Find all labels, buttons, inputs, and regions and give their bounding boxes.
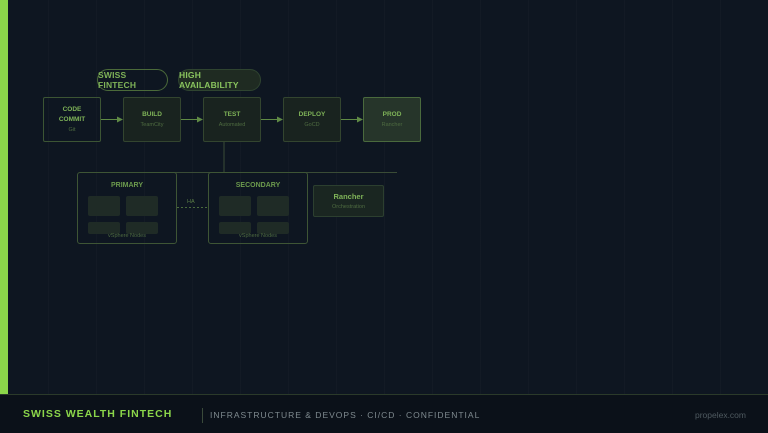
footer-brand: SWISS WEALTH FINTECH [23,408,173,420]
cluster-footer: vSphere Nodes [108,233,146,239]
stage-title-line: BUILD [142,111,162,118]
cluster-title: PRIMARY [110,182,144,189]
footer-meta: INFRASTRUCTURE & DEVOPS · CI/CD · CONFID… [210,410,481,420]
stage-title-line: CODE [62,106,82,113]
stage-title-line: PROD [382,111,402,118]
footer-url: propelex.com [694,410,746,420]
stage-subtitle: Rancher [381,122,403,128]
node-block [88,196,120,216]
rancher-subtitle: Orchestration [331,204,365,210]
stage-deploy: DEPLOY GoCD [283,97,341,142]
node-block [257,196,289,216]
stage-subtitle: GoCD [304,122,320,128]
node-block [126,196,158,216]
cluster-primary: PRIMARY vSphere Nodes [77,172,177,244]
cluster-footer: vSphere Nodes [239,233,277,239]
node-block [219,196,251,216]
stage-subtitle: Git [68,127,76,133]
cluster-title: SECONDARY [235,182,281,189]
stage-subtitle: TeamCity [140,122,164,128]
ha-label: HA [187,199,195,205]
stage-title-line: DEPLOY [298,111,326,118]
diagram-canvas: SWISS FINTECH HIGH AVAILABILITY CODE COM… [0,0,768,394]
footer-divider [202,408,203,423]
stage-prod: PROD Rancher [363,97,421,142]
cluster-secondary: SECONDARY vSphere Nodes [208,172,308,244]
rancher-box: Rancher Orchestration [313,185,384,217]
stage-title-line: COMMIT [58,116,86,123]
stage-test: TEST Automated [203,97,261,142]
stage-code-commit: CODE COMMIT Git [43,97,101,142]
rancher-title: Rancher [333,192,364,201]
stage-title-line: TEST [223,111,241,118]
stage-subtitle: Automated [218,122,246,128]
footer-bar: SWISS WEALTH FINTECH INFRASTRUCTURE & DE… [0,394,768,433]
stage-build: BUILD TeamCity [123,97,181,142]
